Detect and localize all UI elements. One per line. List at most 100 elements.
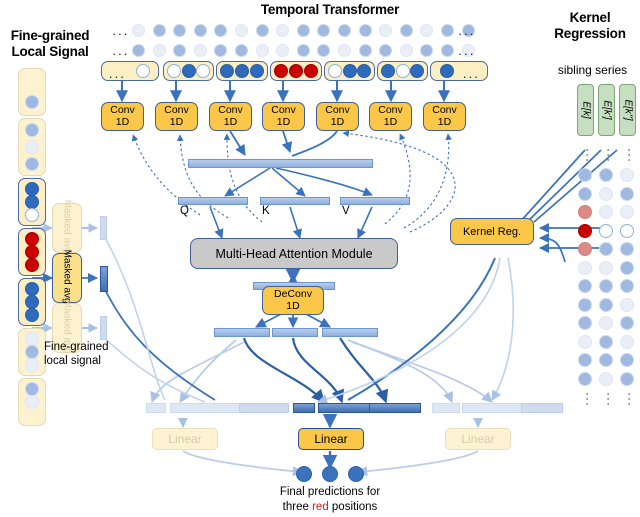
context-dot-r0-c1 [152, 24, 166, 37]
token-dot-g4-3 [303, 64, 318, 78]
deconv-label-line1: DeConv [274, 288, 312, 300]
conv1d-block-7[interactable]: Conv 1D [423, 102, 466, 131]
context-dot-r0-c3 [193, 24, 207, 37]
sibling-dot-r6-c1 [578, 260, 592, 275]
sibling-dot-r2-c2 [599, 186, 613, 201]
deconv1d-block[interactable]: DeConv 1D [262, 286, 324, 315]
caption-red-word: red [312, 501, 329, 513]
context-dot-r1-c4 [214, 44, 228, 57]
context-dot-r1-c15 [441, 44, 454, 57]
context-dot-r1-c11 [358, 44, 372, 57]
conv1d-block-3[interactable]: Conv 1D [209, 102, 252, 131]
legend-line2: local signal [44, 355, 101, 367]
local-signal-dot-s7-2 [25, 395, 39, 409]
context-dot-r1-c1 [152, 44, 166, 57]
sibling-dot-r3-c3 [620, 205, 634, 219]
conv-label-line2: 1D [330, 115, 345, 128]
linear-head-left[interactable]: Linear [152, 428, 218, 450]
token-dot-g2-3 [195, 64, 210, 78]
context-dot-r0-c12 [379, 24, 393, 37]
sibling-dot-r9-c3 [620, 316, 634, 330]
sibling-dot-r11-c3 [620, 353, 634, 367]
context-dot-r1-c13 [399, 44, 413, 57]
bottom-center-vector-b [318, 403, 370, 413]
key-vector [260, 197, 330, 205]
decoder-vector-1 [214, 328, 270, 337]
masked-avg-block-2[interactable]: Masked avg. [52, 250, 82, 306]
token-dot-g7-1 [439, 64, 454, 78]
right-title-line2: Regression [554, 26, 626, 41]
q-label: Q [180, 205, 189, 217]
context-dot-r1-c8 [296, 44, 310, 57]
conv-label-line2: 1D [276, 115, 291, 128]
left-title-line2: Local Signal [11, 44, 89, 59]
final-caption-line1: Final predictions for [279, 486, 381, 498]
token-dot-g6-2 [395, 64, 410, 78]
value-vector [340, 197, 410, 205]
conv-label-line1: Conv [271, 104, 296, 116]
linear-head-center[interactable]: Linear [298, 428, 364, 450]
sibling-dot-r5-c3 [620, 242, 634, 256]
conv1d-block-5[interactable]: Conv 1D [316, 102, 359, 131]
mha-label: Multi-Head Attention Module [215, 246, 373, 261]
sibling-dot-r4-c2 [599, 223, 613, 238]
sibling-dot-r8-c1 [578, 297, 592, 312]
context-dot-r1-c14 [420, 44, 434, 57]
bottom-left-vector-a [146, 403, 166, 413]
context-dot-r0-c4 [214, 24, 228, 37]
decoder-vector-2 [272, 328, 318, 337]
sibling-dot-r4-c1 [578, 223, 592, 238]
sibling-dot-r7-c2 [599, 279, 613, 293]
context-dot-r1-c6 [255, 44, 269, 57]
linear-center-label: Linear [314, 432, 348, 446]
token-dot-g1-2 [135, 64, 150, 78]
masked-avg-block-1[interactable]: Masked avg. [52, 200, 82, 256]
context-dot-r0-c6 [255, 24, 269, 37]
prediction-dot-1 [296, 466, 312, 482]
token-dot-g2-2 [181, 64, 196, 78]
conv-label-line1: Conv [432, 104, 457, 116]
encoder-output-vector [188, 159, 373, 168]
kernel-regression-block[interactable]: Kernel Reg. [450, 218, 534, 245]
query-vector [178, 197, 248, 205]
grid-ellipsis-bottom-1: ··· [581, 392, 595, 407]
local-signal-dot-s2-3 [25, 156, 39, 171]
sibling-dot-r9-c1 [578, 316, 592, 330]
conv-label-line1: Conv [378, 104, 403, 116]
conv-label-line1: Conv [325, 104, 350, 116]
local-signal-vector-1 [100, 216, 107, 240]
sibling-dot-r3-c1 [578, 205, 592, 219]
conv-label-line1: Conv [110, 104, 135, 116]
local-signal-dot-s4-1 [25, 231, 39, 246]
local-signal-dot-s2-2 [25, 140, 39, 154]
bottom-right-vector-a [432, 403, 460, 413]
bottom-center-vector-a [293, 403, 315, 413]
conv-label-line1: Conv [218, 104, 243, 116]
conv-label-line1: Conv [164, 104, 189, 116]
sibling-dot-r6-c3 [620, 260, 634, 275]
local-signal-dot-s3-1 [25, 181, 39, 196]
sibling-series-box-2: E[k'] [598, 84, 615, 136]
conv1d-block-2[interactable]: Conv 1D [155, 102, 198, 131]
kernel-reg-label: Kernel Reg. [462, 225, 522, 238]
sibling-dot-r10-c1 [578, 334, 592, 349]
multi-head-attention-module[interactable]: Multi-Head Attention Module [190, 238, 398, 269]
grid-ellipsis-top-1: ··· [581, 148, 595, 163]
linear-left-label: Linear [168, 432, 202, 446]
context-dot-r1-c2 [173, 44, 187, 57]
conv1d-block-4[interactable]: Conv 1D [262, 102, 305, 131]
conv1d-block-6[interactable]: Conv 1D [369, 102, 412, 131]
sibling-dot-r2-c1 [578, 186, 592, 201]
sibling-dot-r5-c2 [599, 242, 613, 256]
local-signal-dot-s6-2 [25, 345, 39, 359]
bottom-center-vector-c [369, 403, 421, 413]
bottom-left-vector-b [170, 403, 240, 413]
token-group-7-ellipsis: ··· [462, 69, 480, 84]
linear-head-right[interactable]: Linear [445, 428, 511, 450]
k-label: K [262, 205, 270, 217]
sibling-dot-r10-c2 [599, 334, 613, 349]
context-dot-r1-c0 [132, 44, 145, 57]
sibling-label-1: E[k] [580, 101, 591, 119]
conv1d-block-1[interactable]: Conv 1D [101, 102, 144, 131]
sibling-series-box-1: E[k] [577, 84, 594, 136]
